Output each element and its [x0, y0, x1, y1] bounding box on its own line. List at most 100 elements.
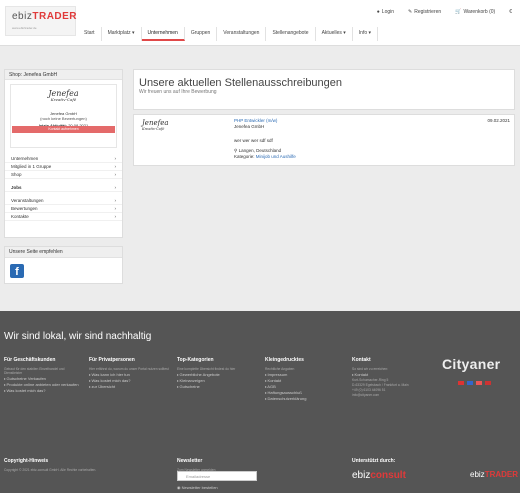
newsletter-title: Newsletter — [177, 458, 203, 464]
sidebar-item-jobs[interactable]: Jobs › — [5, 184, 122, 192]
footer-col-business: Für Geschäftskunden Gebaut für den stabi… — [4, 357, 82, 393]
footer-link[interactable]: • Datenschutzerklärung — [265, 396, 345, 401]
address-line: Kurt-Schumacher-Ring 5 — [352, 378, 389, 382]
newsletter-option[interactable]: ◉ Newsletter bestellen — [177, 485, 218, 490]
nav-gruppen[interactable]: Gruppen — [185, 27, 218, 41]
sidebar-item-shop[interactable]: Shop › — [5, 171, 122, 179]
footer-link[interactable]: • Kontakt — [352, 372, 437, 377]
contact-button[interactable]: Kontakt aufnehmen — [12, 126, 115, 133]
sidebar-header: Shop: Jenefea GmbH — [5, 70, 122, 80]
nav-marktplatz[interactable]: Marktplatz ▾ — [102, 27, 142, 41]
email-line[interactable]: info@cityaner.com — [352, 393, 437, 397]
currency-select[interactable]: € — [509, 9, 512, 15]
logo-text: ebiz — [12, 11, 33, 22]
register-icon: ✎ — [408, 9, 413, 15]
recommend-box: Unsere Seite empfehlen f — [4, 246, 123, 284]
flag-de-icon[interactable] — [458, 381, 464, 385]
job-listing[interactable]: Jenefea Kreativ-Café PHP Entwickler (m/w)… — [133, 114, 515, 166]
chevron-right-icon: › — [114, 206, 117, 211]
sidebar-item-veranstaltungen[interactable]: Veranstaltungen › — [5, 197, 122, 205]
site-logo[interactable]: ebizTRADER www.ebiztrader.de — [5, 6, 78, 36]
link-label: Kontakt — [354, 372, 369, 377]
chevron-right-icon: › — [114, 198, 117, 203]
chevron-right-icon: › — [114, 172, 117, 177]
register-link[interactable]: ✎ Registrieren — [408, 9, 441, 15]
col-text: Gebaut für den stabilen Einzelhandel und… — [4, 367, 65, 375]
job-logo-signature: Jenefea — [142, 119, 169, 127]
footer-link[interactable]: • AGB — [265, 384, 345, 389]
category-label: Kategorie: — [234, 154, 255, 159]
footer-link[interactable]: • zur Übersicht — [89, 384, 169, 389]
sidebar-item-kontakte[interactable]: Kontakte › — [5, 213, 122, 221]
flag-ch-icon[interactable] — [485, 381, 491, 385]
job-location-text: Langen, Deutschland — [238, 148, 282, 153]
col-text: Rechtliche Angaben — [265, 367, 295, 371]
facebook-icon[interactable]: f — [10, 264, 24, 278]
nav-info[interactable]: Info ▾ — [353, 27, 379, 41]
sidebar-item-label: Jobs — [11, 185, 22, 190]
newsletter-email-input[interactable]: Emailadresse — [177, 471, 257, 481]
link-label: Produkte online anbieten oder verkaufen — [6, 382, 79, 387]
footer-link[interactable]: • Gutscheine Verkaufen — [4, 376, 82, 381]
newsletter-placeholder: Emailadresse — [186, 474, 211, 479]
login-link[interactable]: ● Login — [377, 9, 394, 15]
link-label: Datenschutzerklärung — [267, 396, 307, 401]
footer-link[interactable]: • Kleinanzeigen — [177, 378, 257, 383]
nav-start[interactable]: Start — [78, 27, 102, 41]
recommend-header: Unsere Seite empfehlen — [5, 247, 122, 258]
job-date: 09.02.2021 — [487, 118, 510, 123]
footer-col-legal: Kleingedrucktes Rechtliche Angaben • Imp… — [265, 357, 345, 401]
col-text: Eine komplette Übersicht findest du hier — [177, 367, 236, 371]
language-flags — [458, 381, 491, 385]
ebiztrader-logo[interactable]: ebizTRADER — [470, 470, 518, 479]
nav-veranstaltungen[interactable]: Veranstaltungen — [217, 27, 267, 41]
sidebar-item-label: Mitglied in 1 Gruppe — [11, 164, 52, 169]
sidebar-item-label: Veranstaltungen — [11, 198, 44, 203]
footer-link[interactable]: • Was kann ich hier tun — [89, 372, 169, 377]
page-subtitle: Wir freuen uns auf Ihre Bewerbung — [139, 89, 217, 95]
category-link[interactable]: Minijob und Aushilfe — [256, 154, 296, 159]
footer-link[interactable]: • Produkte online anbieten oder verkaufe… — [4, 382, 82, 387]
col-title: Kleingedrucktes — [265, 357, 304, 363]
chevron-right-icon: › — [114, 156, 117, 161]
footer-link[interactable]: • Gutscheine — [177, 384, 257, 389]
sidebar-item-bewertungen[interactable]: Bewertungen › — [5, 205, 122, 213]
footer-link[interactable]: • Was kostet mich das? — [4, 388, 82, 393]
ebizconsult-logo[interactable]: ebizconsult — [352, 470, 406, 481]
user-icon: ● — [376, 9, 380, 15]
link-label: Was kann ich hier tun — [91, 372, 130, 377]
radio-icon: ◉ — [177, 485, 181, 490]
flag-at-icon[interactable] — [476, 381, 482, 385]
footer-link[interactable]: • Was kostet mich das? — [89, 378, 169, 383]
company-profile: Jenefea Kreativ-Café Jenefea GmbH (noch k… — [10, 84, 117, 148]
nav-stellenangebote[interactable]: Stellenangebote — [266, 27, 316, 41]
col-title: Kontakt — [352, 357, 371, 363]
sidebar-item-gruppe[interactable]: Mitglied in 1 Gruppe › — [5, 163, 122, 171]
col-title: Top-Kategorien — [177, 357, 214, 363]
top-bar: ebizTRADER www.ebiztrader.de ● Login ✎ Reg… — [0, 0, 520, 46]
copyright-title: Copyright-Hinweis — [4, 458, 49, 464]
flag-en-icon[interactable] — [467, 381, 473, 385]
footer-link[interactable]: • Gewerbliche Angebote — [177, 372, 257, 377]
logo-accent: TRADER — [32, 11, 78, 22]
company-logo: Jenefea Kreativ-Café — [11, 89, 116, 102]
job-title-link[interactable]: PHP Entwickler (m/w) — [234, 118, 277, 123]
footer-title: Wir sind lokal, wir sind nachhaltig — [4, 331, 152, 342]
cityaner-logo: Cityaner — [442, 356, 501, 372]
col-title: Für Geschäftskunden — [4, 357, 56, 363]
ebiz-text: ebiz — [470, 470, 485, 479]
nav-aktuelles[interactable]: Aktuelles ▾ — [316, 27, 353, 41]
phone-line: +49 (0) 6103 44096 51 — [352, 388, 386, 392]
job-company: Jenefea GmbH — [234, 124, 265, 129]
footer-link[interactable]: • Kontakt — [265, 378, 345, 383]
cart-link[interactable]: 🛒 Warenkorb (0) — [455, 9, 495, 15]
nav-unternehmen[interactable]: Unternehmen — [141, 27, 185, 41]
ratings-text: (noch keine Bewertungen) — [40, 116, 87, 121]
link-label: Kontakt — [267, 378, 282, 383]
logo-signature-sub: Kreativ-Café — [50, 97, 77, 102]
col-text: So sind wir zu erreichen: — [352, 367, 389, 371]
footer-link[interactable]: • Haftungsausschluß — [265, 390, 345, 395]
sidebar-item-unternehmen[interactable]: Unternehmen › — [5, 155, 122, 163]
newsletter-option-label: Newsletter bestellen — [181, 485, 218, 490]
footer-link[interactable]: • Impressum — [265, 372, 345, 377]
